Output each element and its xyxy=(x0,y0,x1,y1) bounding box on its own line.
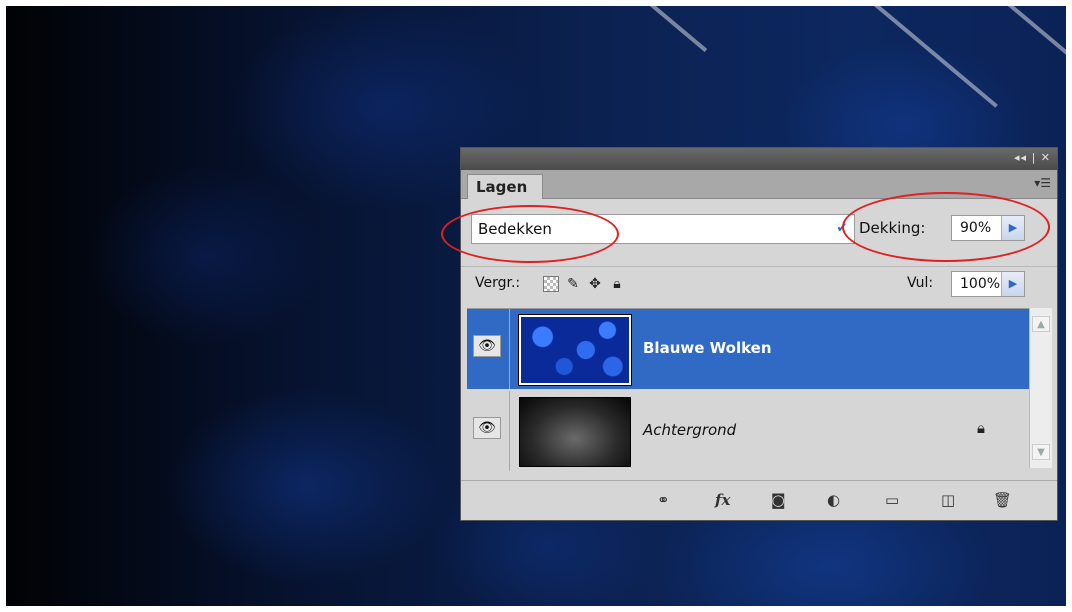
layer-name[interactable]: Achtergrond xyxy=(643,421,736,439)
layer-divider xyxy=(509,391,510,471)
scroll-down-icon[interactable]: ▼ xyxy=(1032,444,1050,460)
fill-label: Vul: xyxy=(907,275,934,291)
lock-label: Vergr.: xyxy=(475,275,521,291)
layer-row-achtergrond[interactable]: 👁︎ Achtergrond 🔒︎ xyxy=(467,391,1029,471)
layers-scrollbar[interactable]: ▲ ▼ xyxy=(1029,308,1052,468)
fill-field[interactable]: 100% ▶ xyxy=(951,271,1025,297)
layer-name[interactable]: Blauwe Wolken xyxy=(643,339,772,357)
new-layer-icon[interactable]: ◫ xyxy=(941,491,955,509)
fill-slider-arrow-icon[interactable]: ▶ xyxy=(1001,272,1024,296)
window-controls[interactable]: ◂◂ | ✕ xyxy=(1014,151,1051,164)
layer-thumbnail[interactable] xyxy=(519,397,631,467)
panel-titlebar[interactable]: ◂◂ | ✕ xyxy=(461,148,1057,170)
link-layers-icon[interactable]: ⚭ xyxy=(657,491,670,509)
layer-thumbnail[interactable] xyxy=(518,314,632,386)
panel-menu-icon[interactable]: ▾☰ xyxy=(1034,176,1051,190)
lock-all-icon[interactable]: 🔒︎ xyxy=(609,276,625,292)
fill-value: 100% xyxy=(960,276,1001,292)
annotation-circle-opacity xyxy=(842,192,1050,262)
layers-list: 👁︎ Blauwe Wolken 👁︎ Achtergrond 🔒︎ xyxy=(467,308,1029,471)
lock-pixels-icon[interactable]: ✎ xyxy=(565,276,581,292)
lock-transparency-icon[interactable] xyxy=(543,276,559,292)
adjustment-layer-icon[interactable]: ◐ xyxy=(827,491,840,509)
scroll-up-icon[interactable]: ▲ xyxy=(1032,316,1050,332)
fx-icon[interactable]: fx xyxy=(715,491,730,509)
annotation-circle-blend-mode xyxy=(441,205,619,263)
layer-row-blauwe-wolken[interactable]: 👁︎ Blauwe Wolken xyxy=(467,309,1029,389)
eye-icon[interactable]: 👁︎ xyxy=(473,417,501,439)
lock-icon: 🔒︎ xyxy=(977,419,985,437)
trash-icon[interactable]: 🗑︎ xyxy=(993,491,1012,509)
eye-icon[interactable]: 👁︎ xyxy=(473,335,501,357)
lock-position-icon[interactable]: ✥ xyxy=(587,276,603,292)
panel-bottom-bar: ⚭ fx ◙ ◐ ▭ ◫ 🗑︎ xyxy=(461,480,1057,521)
lock-row: Vergr.: ✎ ✥ 🔒︎ Vul: 100% ▶ xyxy=(461,266,1057,301)
add-mask-icon[interactable]: ◙ xyxy=(771,491,786,509)
layer-divider xyxy=(509,309,510,389)
tab-lagen[interactable]: Lagen xyxy=(467,174,543,199)
new-group-icon[interactable]: ▭ xyxy=(885,491,899,509)
